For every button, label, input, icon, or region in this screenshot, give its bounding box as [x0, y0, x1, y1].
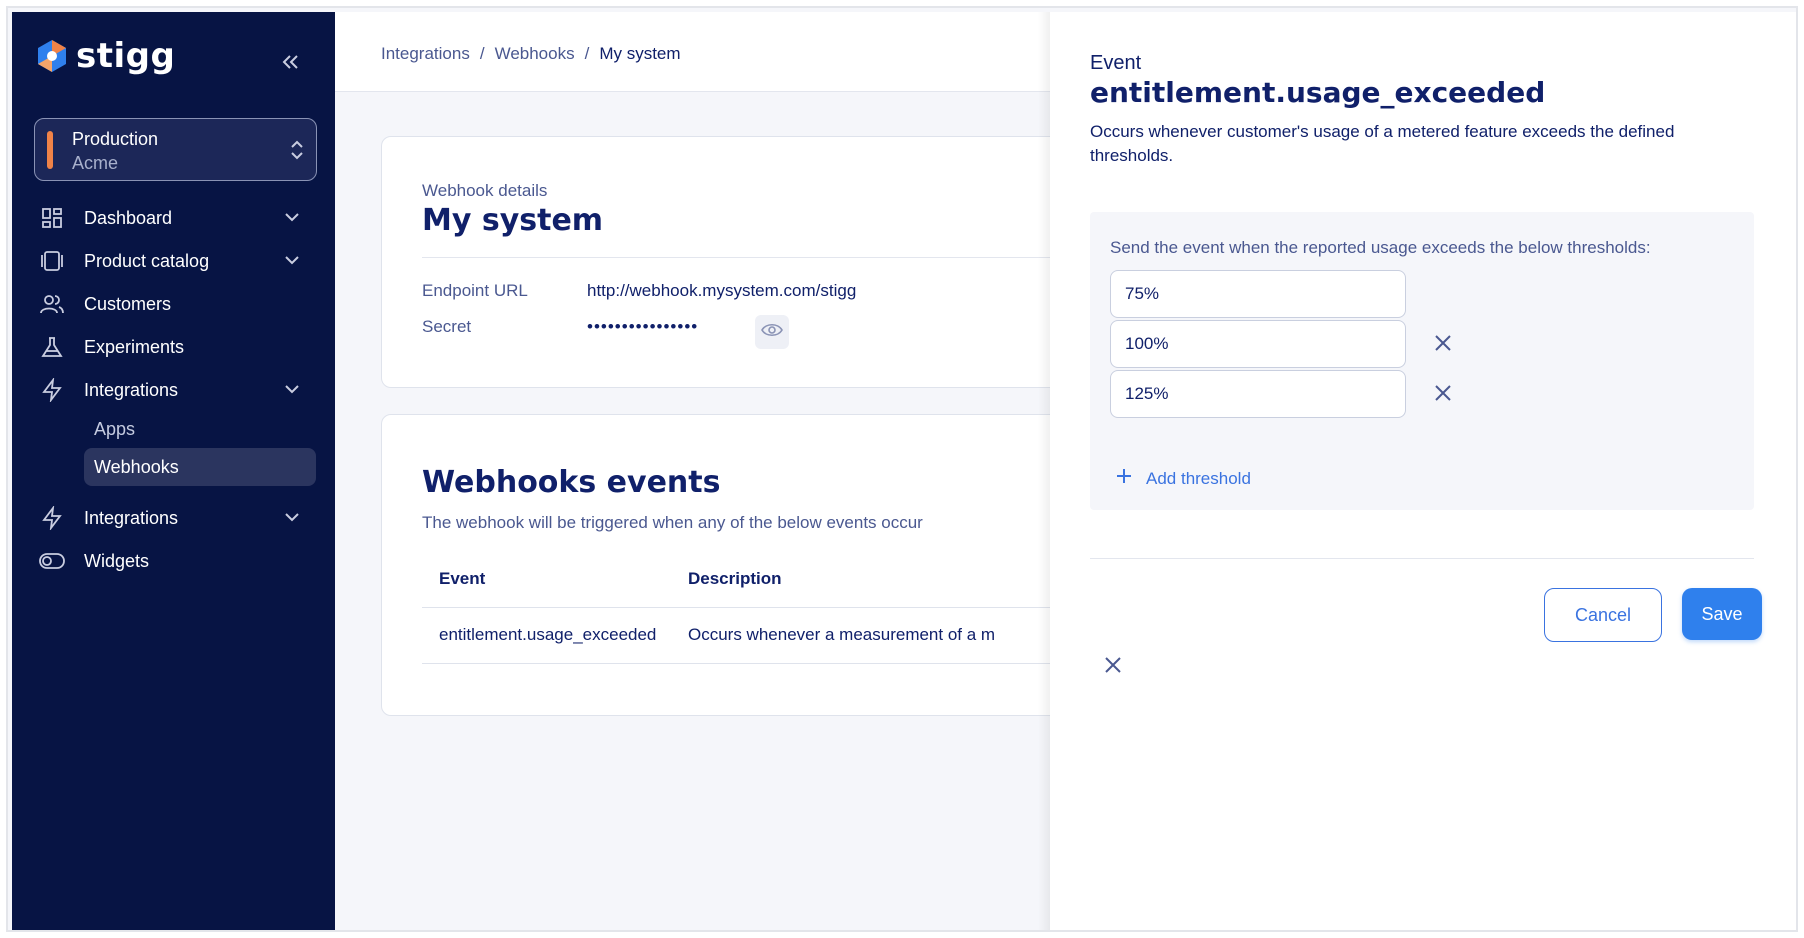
- endpoint-label: Endpoint URL: [422, 281, 528, 300]
- environment-color-bar: [47, 131, 53, 169]
- chevron-down-icon: [283, 508, 301, 531]
- sidebar-item-product-catalog[interactable]: Product catalog: [34, 239, 317, 283]
- sidebar: stigg Production Acme Dashboard Product …: [12, 12, 335, 930]
- chevron-down-icon: [283, 251, 301, 274]
- stigg-logo-icon: [34, 38, 70, 74]
- drawer-kicker: Event: [1090, 52, 1142, 74]
- table-cell-event[interactable]: entitlement.usage_exceeded: [439, 625, 656, 645]
- table-divider: [422, 663, 1082, 664]
- webhook-title: My system: [422, 203, 604, 238]
- sidebar-item-label: Dashboard: [84, 207, 173, 228]
- drawer-description: Occurs whenever customer's usage of a me…: [1090, 122, 1675, 165]
- thresholds-instructions: Send the event when the reported usage e…: [1110, 238, 1651, 257]
- sidebar-item-label: Experiments: [84, 336, 185, 357]
- threshold-input-1[interactable]: [1110, 270, 1406, 318]
- plus-icon: [1116, 468, 1132, 489]
- sidebar-item-label: Integrations: [84, 379, 179, 400]
- collapse-sidebar-icon[interactable]: [280, 48, 300, 79]
- toggle-icon: [34, 546, 70, 576]
- sidebar-subitem-apps[interactable]: Apps: [84, 410, 316, 448]
- chevron-updown-icon: [290, 139, 304, 162]
- breadcrumb-current: My system: [599, 44, 681, 63]
- sidebar-item-integrations-2[interactable]: Integrations: [34, 496, 317, 540]
- drawer-shadow: [1038, 12, 1050, 930]
- table-divider: [422, 607, 1082, 608]
- column-header-description: Description: [688, 569, 782, 588]
- sidebar-item-integrations[interactable]: Integrations: [34, 368, 317, 412]
- events-subtitle: The webhook will be triggered when any o…: [422, 513, 923, 532]
- cancel-button[interactable]: Cancel: [1544, 588, 1662, 642]
- brand-logo[interactable]: stigg: [34, 36, 175, 76]
- breadcrumb-separator: /: [584, 44, 590, 63]
- close-icon[interactable]: [1102, 654, 1128, 680]
- divider: [422, 257, 1082, 258]
- dashboard-icon: [34, 203, 70, 233]
- events-title: Webhooks events: [422, 465, 721, 500]
- chevron-down-icon: [283, 380, 301, 403]
- save-button[interactable]: Save: [1682, 588, 1762, 640]
- sidebar-item-label: Integrations: [84, 507, 179, 528]
- breadcrumb: Integrations / Webhooks / My system: [381, 44, 681, 64]
- remove-threshold-2-icon[interactable]: [1432, 332, 1458, 358]
- sidebar-item-dashboard[interactable]: Dashboard: [34, 196, 317, 240]
- environment-account: Acme: [72, 153, 119, 173]
- add-threshold-label: Add threshold: [1146, 468, 1251, 488]
- threshold-input-3[interactable]: [1110, 370, 1406, 418]
- table-cell-description: Occurs whenever a measurement of a m: [688, 625, 996, 644]
- breadcrumb-webhooks[interactable]: Webhooks: [495, 44, 575, 64]
- webhook-details-card: Webhook details My system Endpoint URL h…: [381, 136, 1082, 388]
- thresholds-panel: Send the event when the reported usage e…: [1090, 212, 1754, 510]
- remove-threshold-3-icon[interactable]: [1432, 382, 1458, 408]
- threshold-input-2[interactable]: [1110, 320, 1406, 368]
- details-kicker: Webhook details: [422, 181, 548, 200]
- secret-label: Secret: [422, 317, 472, 336]
- breadcrumb-integrations[interactable]: Integrations: [381, 44, 470, 64]
- bolt-icon: [34, 375, 70, 405]
- add-threshold-button[interactable]: Add threshold: [1116, 468, 1251, 489]
- eye-icon: [761, 322, 783, 343]
- drawer-title: entitlement.usage_exceeded: [1090, 76, 1546, 109]
- sidebar-item-label: Product catalog: [84, 250, 210, 271]
- sidebar-item-widgets[interactable]: Widgets: [34, 539, 317, 583]
- brand-name: stigg: [76, 36, 176, 76]
- sidebar-item-experiments[interactable]: Experiments: [34, 325, 317, 369]
- catalog-icon: [34, 246, 70, 276]
- flask-icon: [34, 332, 70, 362]
- customers-icon: [34, 289, 70, 319]
- webhook-events-card: Webhooks events The webhook will be trig…: [381, 414, 1082, 716]
- chevron-down-icon: [283, 208, 301, 231]
- drawer-divider: [1090, 558, 1754, 559]
- bolt-icon: [34, 503, 70, 533]
- environment-name: Production: [72, 129, 159, 149]
- breadcrumb-separator: /: [479, 44, 485, 63]
- secret-value: ••••••••••••••••: [587, 317, 699, 336]
- endpoint-value: http://webhook.mysystem.com/stigg: [587, 281, 857, 300]
- column-header-event: Event: [439, 569, 486, 588]
- sidebar-item-label: Widgets: [84, 550, 150, 571]
- environment-switcher[interactable]: Production Acme: [34, 118, 317, 181]
- sidebar-subitem-webhooks[interactable]: Webhooks: [84, 448, 316, 486]
- sidebar-item-customers[interactable]: Customers: [34, 282, 317, 326]
- show-secret-button[interactable]: [755, 315, 789, 349]
- app-window: stigg Production Acme Dashboard Product …: [6, 6, 1798, 932]
- sidebar-item-label: Customers: [84, 293, 172, 314]
- event-drawer: Event entitlement.usage_exceeded Occurs …: [1050, 12, 1796, 930]
